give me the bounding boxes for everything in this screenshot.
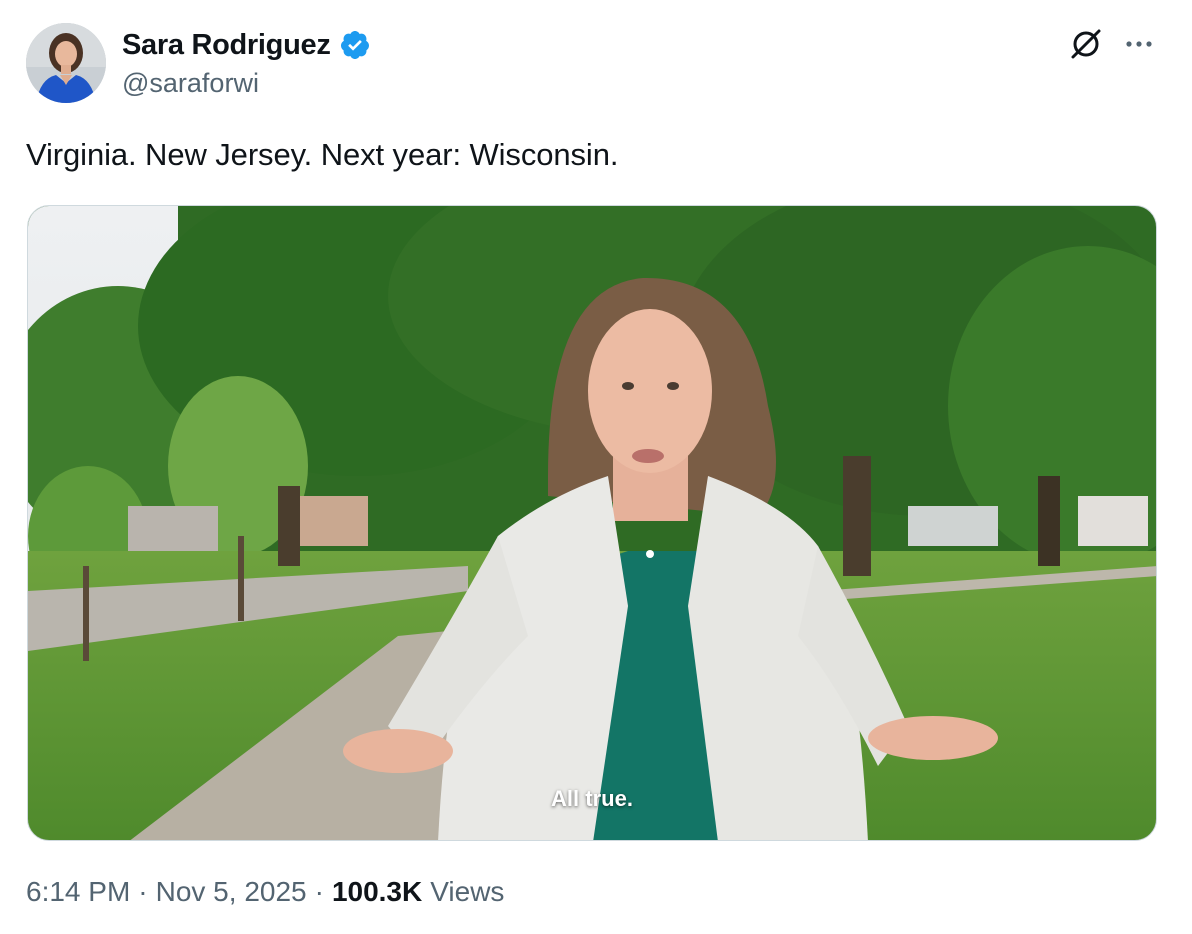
tweet-date[interactable]: Nov 5, 2025	[156, 876, 307, 908]
meta-separator: ·	[314, 876, 324, 907]
author-block: Sara Rodriguez @saraforwi	[122, 26, 371, 99]
tweet-meta: 6:14 PM · Nov 5, 2025 · 100.3K Views	[26, 876, 504, 908]
verified-badge-icon[interactable]	[339, 29, 371, 61]
tweet-text: Virginia. New Jersey. Next year: Wiscons…	[26, 137, 619, 172]
tweet-time[interactable]: 6:14 PM	[26, 876, 130, 908]
video-caption: All true.	[551, 786, 633, 811]
more-options-icon[interactable]	[1122, 32, 1158, 56]
avatar[interactable]	[26, 23, 106, 103]
display-name[interactable]: Sara Rodriguez	[122, 29, 331, 62]
video-frame	[28, 206, 1156, 840]
views-label[interactable]: Views	[430, 876, 504, 908]
author-handle[interactable]: @saraforwi	[122, 68, 371, 99]
author-name-row: Sara Rodriguez	[122, 26, 371, 64]
grok-icon[interactable]	[1068, 26, 1104, 62]
views-count[interactable]: 100.3K	[332, 876, 422, 908]
video-player[interactable]: All true.	[27, 205, 1157, 841]
meta-separator: ·	[138, 876, 148, 907]
